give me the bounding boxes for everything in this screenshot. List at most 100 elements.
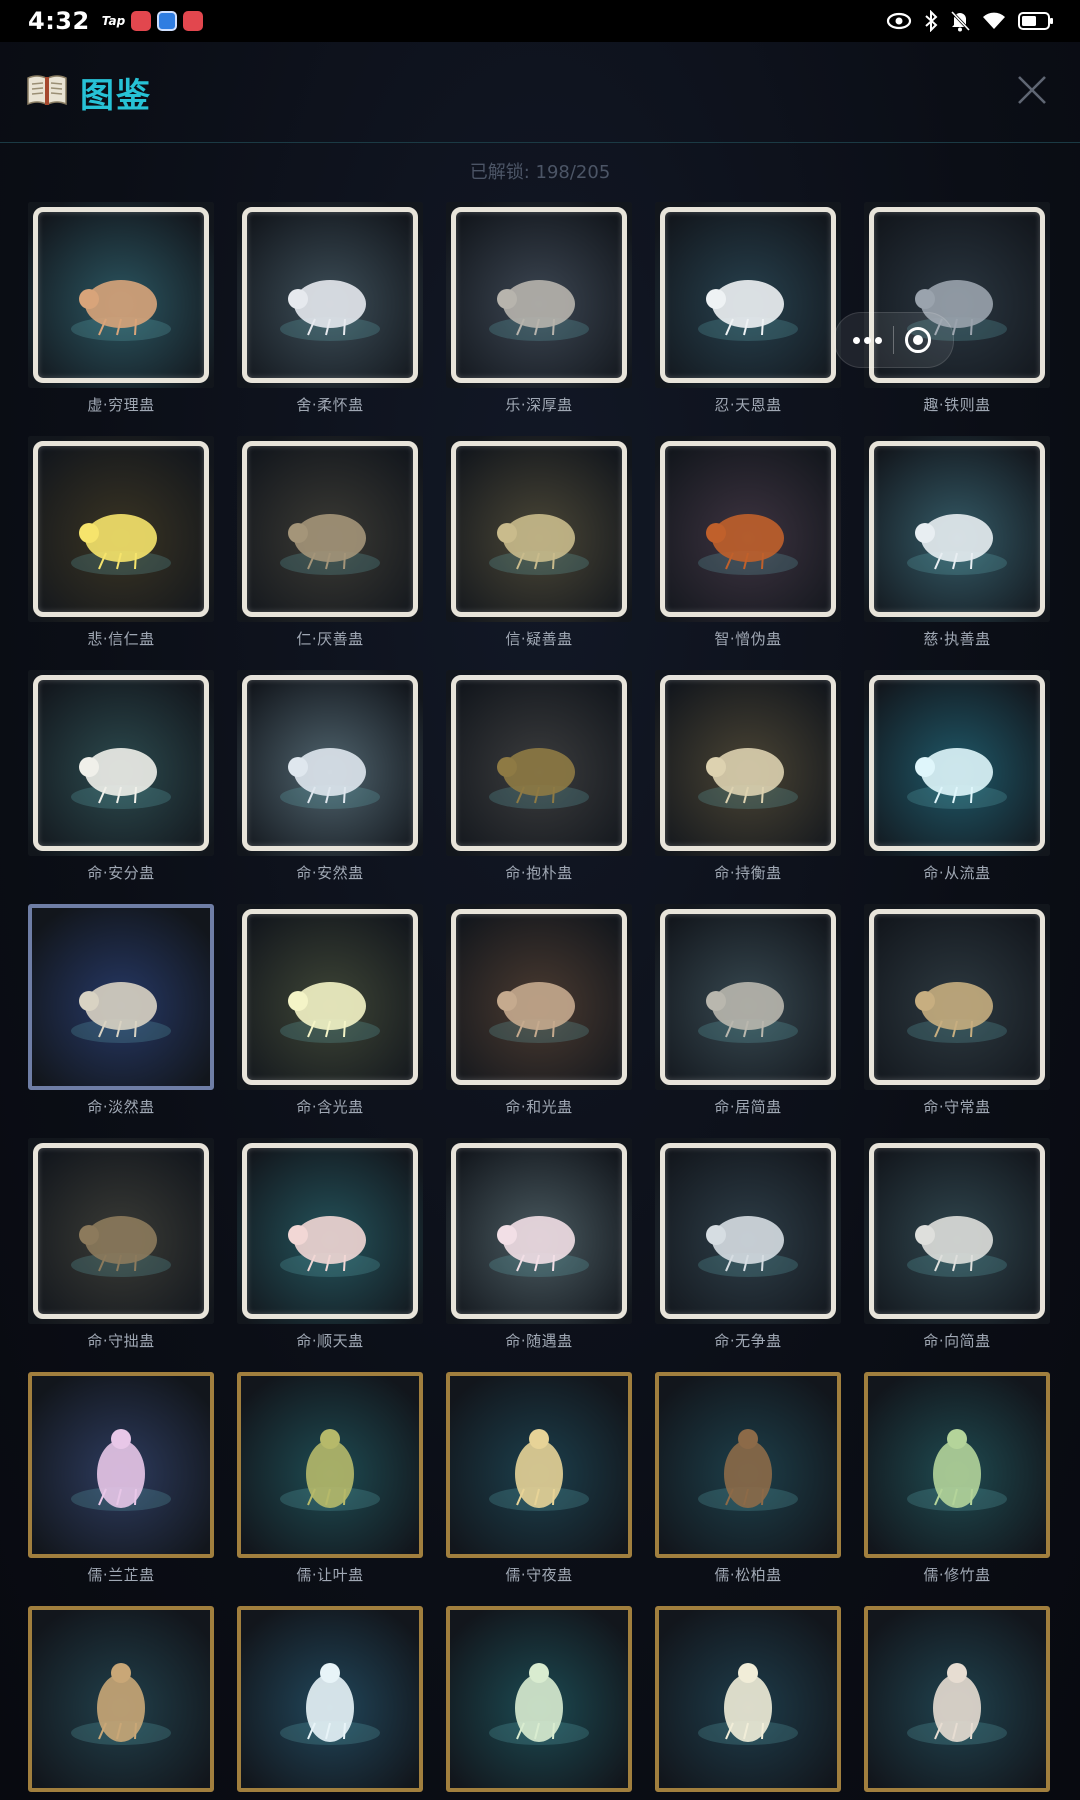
card-artwork — [28, 202, 214, 388]
collection-card[interactable]: 命·向简蛊 — [864, 1138, 1050, 1372]
card-artwork — [237, 436, 423, 622]
creature-illustration — [698, 1215, 798, 1277]
card-name: 命·守常蛊 — [923, 1098, 991, 1116]
page-title: 图鉴 — [80, 75, 152, 116]
card-name: 忍·天恩蛊 — [714, 396, 782, 414]
more-dots-icon[interactable] — [852, 336, 882, 344]
card-art-background — [446, 436, 632, 622]
creature-illustration — [698, 279, 798, 341]
card-art-background — [237, 1138, 423, 1324]
collection-card[interactable]: 命·和光蛊 — [446, 904, 632, 1138]
collection-card[interactable]: 命·淡然蛊 — [28, 904, 214, 1138]
collection-card[interactable] — [655, 1606, 841, 1800]
collection-card[interactable]: 命·守常蛊 — [864, 904, 1050, 1138]
tap-app-icon: Tap — [101, 14, 126, 28]
collection-card[interactable]: 忍·天恩蛊 — [655, 202, 841, 436]
status-time: 4:32 — [28, 7, 90, 35]
collection-card[interactable]: 命·从流蛊 — [864, 670, 1050, 904]
card-art-background — [446, 1138, 632, 1324]
collection-card[interactable]: 儒·守夜蛊 — [446, 1372, 632, 1606]
card-name: 儒·让叶蛊 — [296, 1566, 364, 1584]
creature-illustration — [698, 747, 798, 809]
creature-illustration — [907, 981, 1007, 1043]
card-name: 儒·修竹蛊 — [923, 1566, 991, 1584]
app-notification-icon — [183, 11, 204, 31]
collection-card[interactable]: 命·安分蛊 — [28, 670, 214, 904]
collection-card[interactable]: 儒·兰芷蛊 — [28, 1372, 214, 1606]
collection-card[interactable]: 仁·厌善蛊 — [237, 436, 423, 670]
collection-card[interactable]: 智·憎伪蛊 — [655, 436, 841, 670]
collection-card[interactable]: 乐·深厚蛊 — [446, 202, 632, 436]
card-artwork — [237, 670, 423, 856]
status-notification-icons: Tap — [101, 11, 204, 31]
creature-illustration — [907, 747, 1007, 809]
collection-card[interactable]: 儒·让叶蛊 — [237, 1372, 423, 1606]
card-artwork — [655, 670, 841, 856]
collection-card[interactable]: 虚·穷理蛊 — [28, 202, 214, 436]
collection-card[interactable]: 儒·松柏蛊 — [655, 1372, 841, 1606]
collection-card[interactable]: 舍·柔怀蛊 — [237, 202, 423, 436]
bluetooth-icon — [924, 10, 938, 32]
collection-card[interactable]: 命·顺天蛊 — [237, 1138, 423, 1372]
creature-illustration — [907, 1662, 1007, 1745]
floating-assistant-bubble[interactable] — [834, 312, 954, 368]
card-name: 命·持衡蛊 — [714, 864, 782, 882]
card-art-background — [237, 670, 423, 856]
collection-card[interactable] — [446, 1606, 632, 1800]
card-artwork — [446, 1372, 632, 1558]
collection-card[interactable]: 命·持衡蛊 — [655, 670, 841, 904]
unlock-counter: 已解锁: 198/205 — [469, 162, 611, 183]
screen: 4:32 Tap 图鉴 已解锁: 198/205 虚·穷理蛊 舍·柔怀蛊 乐·深… — [0, 0, 1080, 1800]
card-art-background — [28, 202, 214, 388]
collection-card[interactable]: 命·安然蛊 — [237, 670, 423, 904]
card-art-background — [655, 202, 841, 388]
status-system-icons — [886, 10, 1054, 32]
card-name: 命·含光蛊 — [296, 1098, 364, 1116]
creature-illustration — [489, 981, 589, 1043]
card-artwork — [446, 670, 632, 856]
bell-off-icon — [950, 10, 970, 32]
collection-card[interactable]: 信·疑善蛊 — [446, 436, 632, 670]
collection-card[interactable] — [28, 1606, 214, 1800]
card-name: 智·憎伪蛊 — [714, 630, 782, 648]
card-name: 虚·穷理蛊 — [87, 396, 155, 414]
collection-card[interactable]: 命·随遇蛊 — [446, 1138, 632, 1372]
status-bar: 4:32 Tap — [0, 0, 1080, 42]
card-name: 儒·守夜蛊 — [505, 1566, 573, 1584]
card-art-background — [864, 670, 1050, 856]
collection-card[interactable] — [864, 1606, 1050, 1800]
collection-card[interactable]: 悲·信仁蛊 — [28, 436, 214, 670]
card-artwork — [864, 436, 1050, 622]
card-art-background — [446, 670, 632, 856]
creature-illustration — [71, 981, 171, 1043]
card-name: 命·居简蛊 — [714, 1098, 782, 1116]
close-button[interactable] — [1004, 64, 1060, 120]
card-artwork — [864, 904, 1050, 1090]
card-art-background — [864, 436, 1050, 622]
creature-illustration — [907, 1215, 1007, 1277]
collection-card[interactable]: 命·守拙蛊 — [28, 1138, 214, 1372]
collection-card[interactable]: 慈·执善蛊 — [864, 436, 1050, 670]
creature-illustration — [698, 513, 798, 575]
creature-illustration — [280, 279, 380, 341]
collection-card[interactable]: 命·含光蛊 — [237, 904, 423, 1138]
card-art-background — [237, 904, 423, 1090]
card-name: 仁·厌善蛊 — [296, 630, 364, 648]
creature-illustration — [489, 1215, 589, 1277]
card-artwork — [28, 436, 214, 622]
card-name: 命·抱朴蛊 — [505, 864, 573, 882]
collection-card[interactable]: 命·抱朴蛊 — [446, 670, 632, 904]
target-icon[interactable] — [905, 327, 932, 353]
card-artwork — [237, 1138, 423, 1324]
battery-icon — [1018, 11, 1054, 31]
card-art-background — [655, 670, 841, 856]
card-artwork — [28, 1138, 214, 1324]
collection-card[interactable]: 儒·修竹蛊 — [864, 1372, 1050, 1606]
card-art-background — [28, 1138, 214, 1324]
card-name: 命·安分蛊 — [87, 864, 155, 882]
collection-card[interactable]: 命·无争蛊 — [655, 1138, 841, 1372]
collection-card[interactable] — [237, 1606, 423, 1800]
collection-card[interactable]: 命·居简蛊 — [655, 904, 841, 1138]
creature-illustration — [280, 1215, 380, 1277]
card-name: 乐·深厚蛊 — [505, 396, 573, 414]
